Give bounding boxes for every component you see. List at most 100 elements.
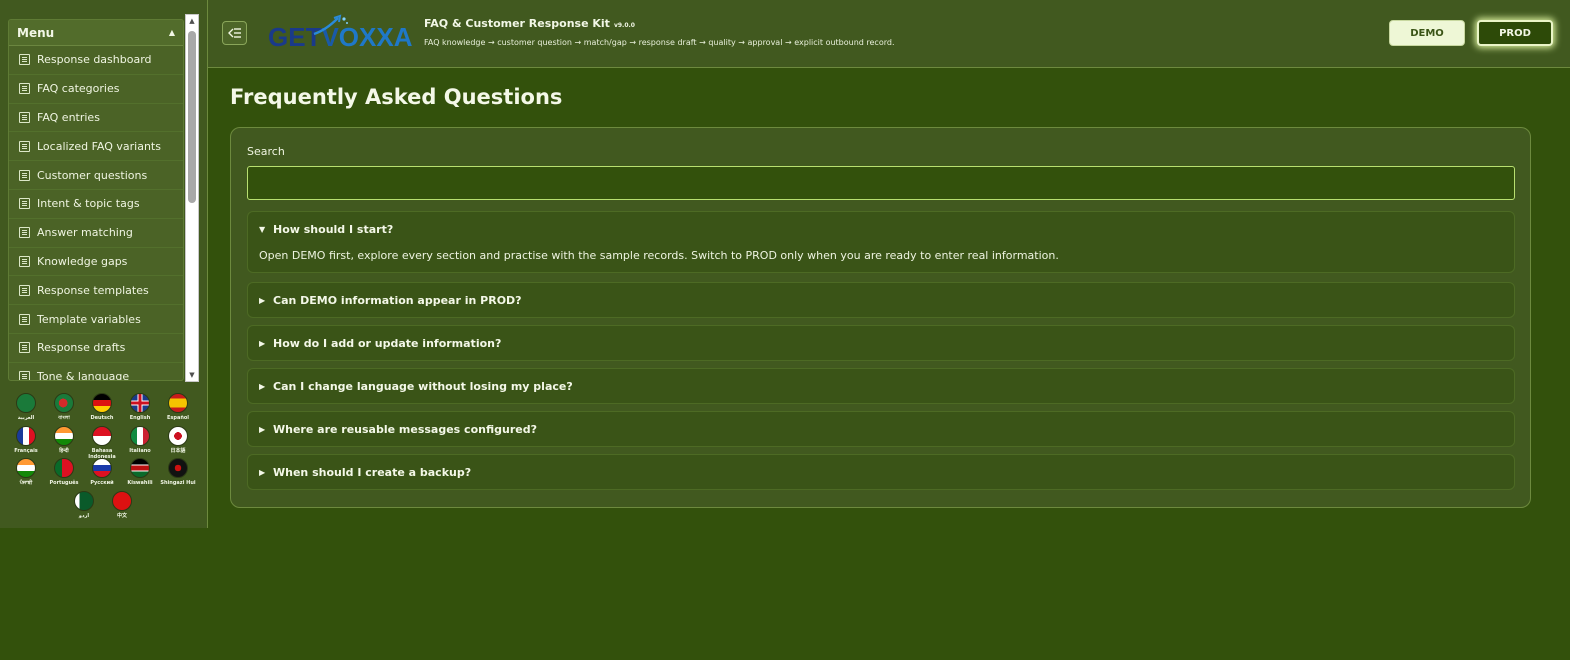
sidebar: Menu ▲ Response dashboard FAQ categories F… bbox=[0, 0, 208, 528]
sidebar-item[interactable]: Knowledge gaps bbox=[9, 248, 183, 277]
china-flag-icon bbox=[112, 491, 132, 511]
faq-question[interactable]: ▶ Can I change language without losing my… bbox=[248, 369, 1514, 403]
language-label: ਪੰਜਾਬੀ bbox=[19, 480, 33, 486]
indonesia-flag-icon bbox=[92, 426, 112, 446]
faq-question[interactable]: ▶ Can DEMO information appear in PROD? bbox=[248, 283, 1514, 317]
scroll-down-arrow-icon[interactable]: ▼ bbox=[186, 369, 198, 381]
faq-question-text: When should I create a backup? bbox=[273, 465, 472, 479]
sidebar-item[interactable]: Response drafts bbox=[9, 334, 183, 363]
language-option[interactable]: العربية bbox=[8, 393, 44, 421]
document-icon bbox=[19, 227, 30, 239]
triangle-right-icon: ▶ bbox=[259, 467, 266, 477]
faq-question[interactable]: ▼ How should I start? bbox=[248, 212, 1514, 246]
app-version: v9.0.0 bbox=[613, 22, 635, 29]
language-option[interactable]: Русский bbox=[84, 458, 120, 486]
language-option[interactable]: Português bbox=[46, 458, 82, 486]
language-option[interactable]: Français bbox=[8, 426, 44, 454]
prod-mode-button[interactable]: PROD bbox=[1477, 20, 1553, 46]
language-label: Shingazi Hui bbox=[160, 480, 196, 486]
language-option[interactable]: हिन्दी bbox=[46, 426, 82, 454]
language-option[interactable]: اردو bbox=[66, 491, 102, 519]
faq-item: ▶ How do I add or update information? bbox=[247, 325, 1515, 361]
sidebar-item-label: Response templates bbox=[37, 283, 149, 297]
language-option[interactable]: 日本語 bbox=[160, 426, 196, 454]
language-label: العربية bbox=[17, 415, 35, 421]
language-option[interactable]: বাংলা bbox=[46, 393, 82, 421]
menu-panel: Menu ▲ Response dashboard FAQ categories F… bbox=[8, 19, 184, 381]
sidebar-item-label: Intent & topic tags bbox=[37, 197, 140, 211]
faq-item: ▶ Can DEMO information appear in PROD? bbox=[247, 282, 1515, 318]
document-icon bbox=[19, 342, 30, 354]
india-flag-icon bbox=[54, 426, 74, 446]
scrollbar-thumb[interactable] bbox=[188, 31, 196, 203]
language-option[interactable]: ਪੰਜਾਬੀ bbox=[8, 458, 44, 486]
search-input[interactable] bbox=[247, 166, 1515, 200]
document-icon bbox=[19, 54, 30, 66]
faq-question-text: How do I add or update information? bbox=[273, 336, 502, 350]
triangle-right-icon: ▶ bbox=[259, 381, 266, 391]
faq-question-text: Can DEMO information appear in PROD? bbox=[273, 293, 522, 307]
japan-flag-icon bbox=[168, 426, 188, 446]
faq-question[interactable]: ▶ How do I add or update information? bbox=[248, 326, 1514, 360]
language-label: Русский bbox=[90, 480, 114, 486]
language-option[interactable]: Bahasa Indonesia bbox=[84, 426, 120, 460]
sidebar-item[interactable]: Customer questions bbox=[9, 161, 183, 190]
united-kingdom-flag-icon bbox=[130, 393, 150, 413]
sidebar-item[interactable]: Intent & topic tags bbox=[9, 190, 183, 219]
sidebar-collapse-button[interactable] bbox=[222, 21, 247, 45]
sidebar-item-label: FAQ entries bbox=[37, 110, 100, 124]
language-label: বাংলা bbox=[58, 415, 70, 421]
chevron-up-icon[interactable]: ▲ bbox=[169, 28, 175, 37]
sidebar-item[interactable]: FAQ categories bbox=[9, 75, 183, 104]
language-option[interactable]: Kiswahili bbox=[122, 458, 158, 486]
faq-question[interactable]: ▶ When should I create a backup? bbox=[248, 455, 1514, 489]
sidebar-item[interactable]: Localized FAQ variants bbox=[9, 132, 183, 162]
sidebar-item-label: Template variables bbox=[37, 312, 141, 326]
sidebar-item-label: Customer questions bbox=[37, 168, 148, 182]
menu-scrollbar[interactable]: ▲ ▼ bbox=[185, 14, 199, 382]
language-option[interactable]: Español bbox=[160, 393, 196, 421]
saudi-arabia-flag-icon bbox=[16, 393, 36, 413]
pakistan-flag-icon bbox=[74, 491, 94, 511]
language-option[interactable]: 中文 bbox=[104, 491, 140, 519]
sidebar-item[interactable]: Template variables bbox=[9, 305, 183, 334]
sidebar-item[interactable]: Tone & language bbox=[9, 363, 183, 381]
menu-header[interactable]: Menu ▲ bbox=[9, 20, 183, 46]
language-option[interactable]: Shingazi Hui bbox=[160, 458, 196, 486]
bangladesh-flag-icon bbox=[54, 393, 74, 413]
language-option[interactable]: Italiano bbox=[122, 426, 158, 454]
demo-mode-button[interactable]: DEMO bbox=[1389, 20, 1465, 46]
sidebar-item-label: Response dashboard bbox=[37, 53, 152, 67]
language-label: Deutsch bbox=[90, 415, 114, 421]
language-label: Português bbox=[49, 480, 79, 486]
top-header: GETVOXXA FAQ & Customer Response Kit v9.0… bbox=[208, 0, 1570, 68]
france-flag-icon bbox=[16, 426, 36, 446]
faq-item: ▼ How should I start? Open DEMO first, exp… bbox=[247, 211, 1515, 273]
language-option[interactable]: English bbox=[122, 393, 158, 421]
sidebar-item[interactable]: Response dashboard bbox=[9, 46, 183, 75]
sidebar-item[interactable]: FAQ entries bbox=[9, 104, 183, 133]
scroll-up-arrow-icon[interactable]: ▲ bbox=[186, 15, 198, 27]
sidebar-item-label: Knowledge gaps bbox=[37, 254, 128, 268]
faq-question[interactable]: ▶ Where are reusable messages configured? bbox=[248, 412, 1514, 446]
faq-question-text: Can I change language without losing my … bbox=[273, 379, 573, 393]
sidebar-item[interactable]: Response templates bbox=[9, 276, 183, 306]
sidebar-item-label: Answer matching bbox=[37, 226, 133, 240]
document-icon bbox=[19, 111, 30, 123]
document-icon bbox=[19, 198, 30, 210]
document-icon bbox=[19, 313, 30, 325]
search-label: Search bbox=[247, 145, 285, 158]
sidebar-item-label: Localized FAQ variants bbox=[37, 139, 161, 153]
menu-title: Menu bbox=[17, 25, 55, 40]
black-red-emblem-flag-icon bbox=[168, 458, 188, 478]
triangle-right-icon: ▶ bbox=[259, 338, 266, 348]
sidebar-item-label: Tone & language bbox=[37, 370, 130, 381]
document-icon bbox=[19, 255, 30, 267]
language-label: Français bbox=[14, 448, 38, 454]
faq-answer: Open DEMO first, explore every section a… bbox=[259, 249, 1059, 262]
language-option[interactable]: Deutsch bbox=[84, 393, 120, 421]
document-icon bbox=[19, 371, 30, 380]
app-title: FAQ & Customer Response Kit v9.0.0 bbox=[424, 17, 635, 30]
app-subtitle: FAQ knowledge → customer question → matc… bbox=[424, 38, 895, 47]
sidebar-item[interactable]: Answer matching bbox=[9, 219, 183, 248]
